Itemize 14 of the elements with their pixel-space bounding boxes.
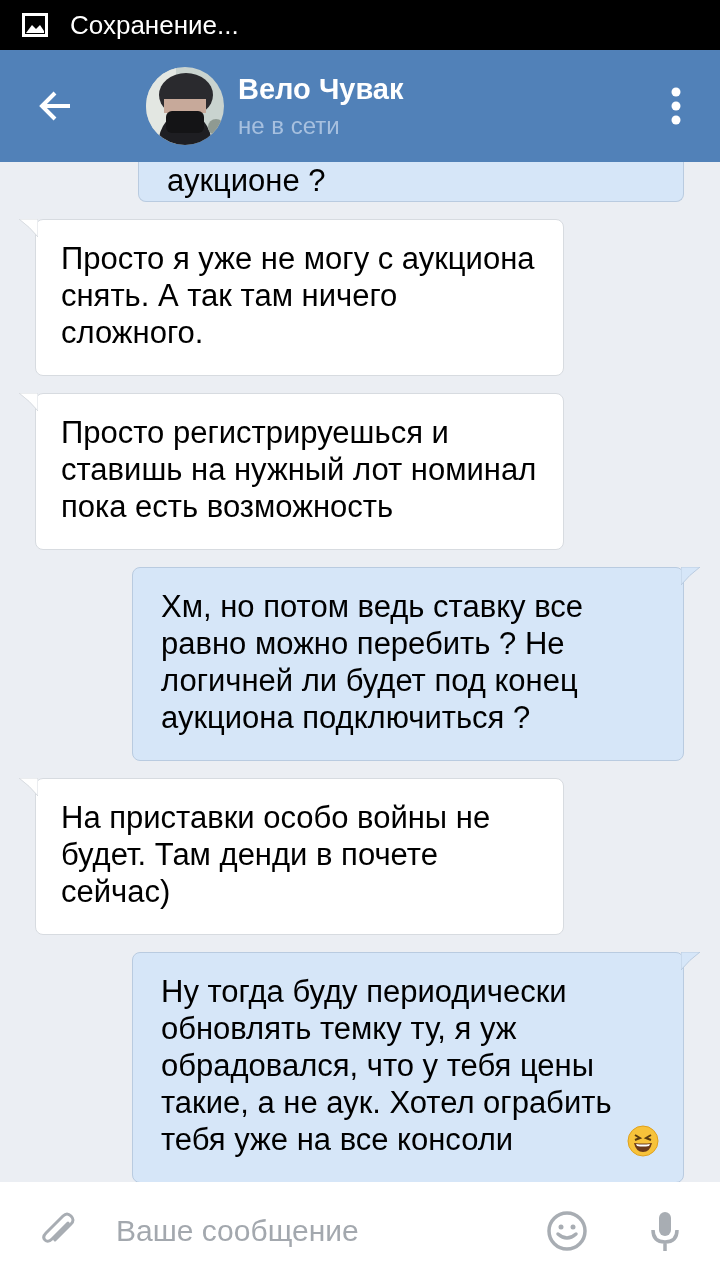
contact-status: не в сети <box>238 111 341 140</box>
message-text: Просто регистрируешься и ставишь на нужный лот номинал пока есть возможность <box>61 414 537 525</box>
notification-text: Сохранение... <box>70 9 239 41</box>
contact-name: Вело Чувак <box>238 72 405 106</box>
microphone-icon[interactable] <box>650 1210 680 1252</box>
smiley-icon[interactable] <box>546 1210 588 1252</box>
message-text: На приставки особо войны не будет. Там денди в почете сейчас) <box>61 799 492 910</box>
laughing-emoji-icon <box>627 1125 659 1157</box>
image-icon <box>22 13 48 37</box>
message-text: аукционе ? <box>167 162 326 199</box>
message-text: Ну тогда буду периодически обновлять темку ту, я уж обрадовался, что у тебя цены такие, а не аук. Хотел ограбить тебя уже на все консоли <box>161 973 613 1158</box>
more-options-icon[interactable] <box>670 86 682 126</box>
message-text: Хм, но потом ведь ставку все равно можно перебить ? Не логичней ли будет под конец аукциона подключиться ? <box>161 588 585 736</box>
message-text: Просто я уже не могу с аукциона снять. А так там ничего сложного. <box>61 240 536 351</box>
